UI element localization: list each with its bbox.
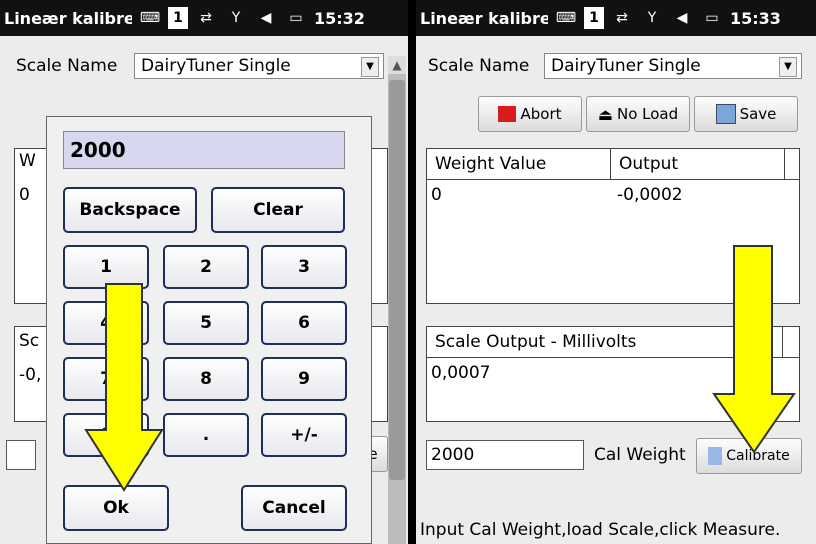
save-icon [715,104,736,124]
window-title: Lineær kalibre [4,8,132,28]
battery-icon[interactable]: ▭ [700,7,724,29]
scale-name-combo[interactable]: DairyTuner Single ▼ [134,53,384,79]
cal-weight-input[interactable] [6,440,36,470]
no-load-button[interactable]: ⏏ No Load [586,96,690,132]
cal-weight-label: Cal Weight [594,445,686,465]
save-button[interactable]: Save [694,96,798,132]
grid-value-fragment: 0 [19,185,30,205]
weight-value-cell: 0 [431,185,442,205]
chevron-down-icon[interactable]: ▼ [779,57,797,77]
key-2[interactable]: 2 [163,245,249,289]
keypad-display[interactable]: 2000 [63,131,345,169]
grid-header: Scale Output - Millivolts [427,327,799,358]
weights-grid[interactable]: Weight Value Output 0 -0,0002 [426,148,800,304]
badge-one-icon[interactable]: 1 [168,7,188,29]
key-9[interactable]: 9 [261,357,347,401]
scale-output-grid[interactable]: Scale Output - Millivolts 0,0007 [426,326,800,422]
battery-icon[interactable]: ▭ [284,7,308,29]
key-4[interactable]: 4 [63,301,149,345]
window-title: Lineær kalibre [420,8,548,28]
left-screen: Lineær kalibre ⌨ 1 ⇄ Y ◀ ▭ 15:32 Scale N… [0,0,408,544]
signal-icon[interactable]: Y [224,7,248,29]
divider [408,0,416,544]
key-plus-minus[interactable]: +/- [261,413,347,457]
grid-header: Weight Value Output [427,149,799,180]
scale-name-combo[interactable]: DairyTuner Single ▼ [544,53,802,79]
key-5[interactable]: 5 [163,301,249,345]
key-7[interactable]: 7 [63,357,149,401]
scrollbar[interactable]: ▲ [388,56,406,544]
column-header-output[interactable]: Output [611,149,785,179]
status-message: Input Cal Weight,load Scale,click Measur… [420,520,781,540]
scroll-thumb[interactable] [389,80,405,480]
keyboard-icon[interactable]: ⌨ [554,7,578,29]
abort-button[interactable]: Abort [478,96,582,132]
calculator-icon [708,447,723,465]
save-label: Save [739,105,777,123]
status-bar: Lineær kalibre ⌨ 1 ⇄ Y ◀ ▭ 15:32 [0,0,408,36]
connectivity-icon[interactable]: ⇄ [194,7,218,29]
scale-name-label: Scale Name [428,56,530,76]
scale-name-label: Scale Name [16,56,118,76]
right-screen: Lineær kalibre ⌨ 1 ⇄ Y ◀ ▭ 15:33 Scale N… [416,0,816,544]
output-cell: -0,0002 [617,185,683,205]
calibrate-label: Calibrate [726,448,790,464]
grid-header-fragment: W [19,151,36,171]
key-3[interactable]: 3 [261,245,347,289]
numeric-keypad: 2000 Backspace Clear 1 2 3 4 5 6 7 8 9 0… [46,116,372,544]
scroll-up-icon[interactable]: ▲ [388,56,406,74]
column-header-weight-value[interactable]: Weight Value [427,149,611,179]
eject-icon: ⏏ [597,104,613,124]
status-bar: Lineær kalibre ⌨ 1 ⇄ Y ◀ ▭ 15:33 [416,0,816,36]
key-8[interactable]: 8 [163,357,249,401]
badge-one-icon[interactable]: 1 [584,7,604,29]
connectivity-icon[interactable]: ⇄ [610,7,634,29]
abort-label: Abort [520,105,562,123]
clock: 15:33 [730,8,781,28]
grid-header-fragment: Sc [19,331,40,351]
clock: 15:32 [314,8,365,28]
cal-weight-input[interactable]: 2000 [426,440,584,470]
key-6[interactable]: 6 [261,301,347,345]
scale-name-value: DairyTuner Single [551,56,701,76]
column-header-scale-output[interactable]: Scale Output - Millivolts [427,327,783,357]
cancel-button[interactable]: Cancel [241,485,347,531]
volume-icon[interactable]: ◀ [254,7,278,29]
chevron-down-icon[interactable]: ▼ [361,57,379,77]
scale-name-value: DairyTuner Single [141,56,291,76]
grid-value-fragment: -0, [19,365,42,385]
scale-output-value: 0,0007 [431,363,491,383]
keyboard-icon[interactable]: ⌨ [138,7,162,29]
signal-icon[interactable]: Y [640,7,664,29]
stop-icon [498,106,517,122]
cal-weight-value: 2000 [431,445,475,465]
key-decimal[interactable]: . [163,413,249,457]
volume-icon[interactable]: ◀ [670,7,694,29]
calibrate-button[interactable]: Calibrate [696,438,802,474]
key-1[interactable]: 1 [63,245,149,289]
ok-button[interactable]: Ok [63,485,169,531]
key-0[interactable]: 0 [63,413,149,457]
clear-button[interactable]: Clear [211,187,345,233]
backspace-button[interactable]: Backspace [63,187,197,233]
no-load-label: No Load [616,105,679,123]
